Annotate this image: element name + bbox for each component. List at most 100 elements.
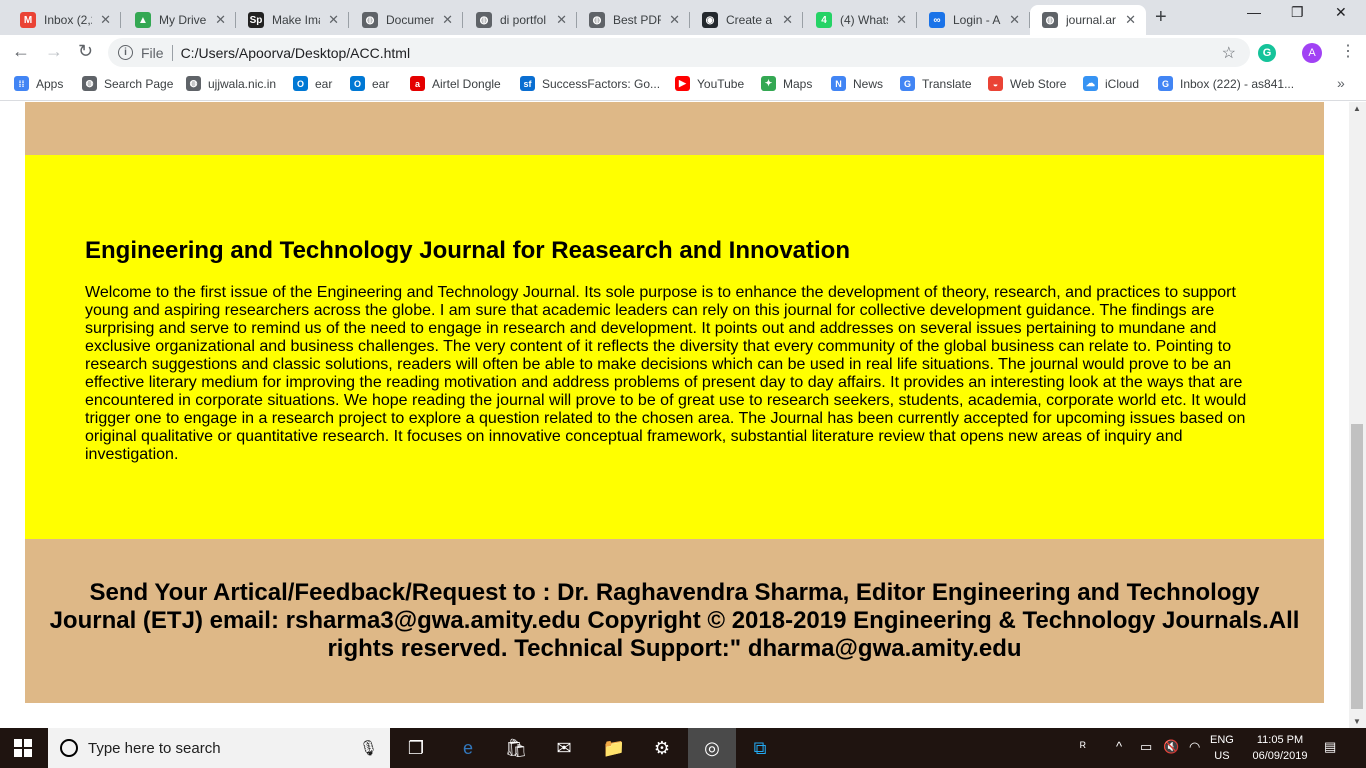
reload-button[interactable]: ↻ [78, 41, 93, 62]
scroll-down-arrow-icon[interactable]: ▼ [1353, 717, 1361, 726]
tab-close-icon[interactable]: ✕ [1009, 12, 1020, 28]
browser-tab[interactable]: ◍ Best PDF ✕ [577, 5, 690, 35]
close-window-button[interactable]: ✕ [1335, 4, 1347, 21]
taskbar-search-box[interactable]: Type here to search 🎙 [48, 728, 390, 768]
bookmark-item[interactable]: ◒ Web Store [988, 76, 1066, 91]
address-divider [171, 44, 173, 61]
globe-icon: ◍ [82, 76, 97, 91]
microphone-icon[interactable]: 🎙 [359, 739, 378, 757]
globe-icon: ◍ [362, 12, 378, 28]
tab-close-icon[interactable]: ✕ [328, 12, 339, 28]
browser-menu-icon[interactable]: ⋮ [1340, 41, 1356, 61]
browser-tab[interactable]: 4 (4) Whats ✕ [804, 5, 917, 35]
browser-tab[interactable]: M Inbox (2,2 ✕ [8, 5, 121, 35]
edge-icon[interactable]: e [444, 728, 492, 768]
browser-tab[interactable]: Sp Make Ima ✕ [236, 5, 349, 35]
volume-muted-icon[interactable]: 🔇 [1163, 739, 1179, 755]
translate-icon: G [900, 76, 915, 91]
gmail-icon: M [20, 12, 36, 28]
mail-icon[interactable]: ✉ [540, 728, 588, 768]
minimize-button[interactable]: — [1247, 4, 1261, 20]
globe-icon: ◍ [476, 12, 492, 28]
tab-close-icon[interactable]: ✕ [896, 12, 907, 28]
bookmarks-overflow-icon[interactable]: » [1337, 75, 1345, 91]
tray-chevron-icon[interactable]: ^ [1116, 739, 1122, 754]
new-tab-button[interactable]: + [1155, 6, 1167, 29]
bookmark-item[interactable]: ✦ Maps [761, 76, 812, 91]
tab-close-icon[interactable]: ✕ [442, 12, 453, 28]
journal-description: Welcome to the first issue of the Engine… [85, 284, 1247, 463]
whatsapp-icon: 4 [816, 12, 832, 28]
address-scheme: File [141, 44, 164, 61]
browser-toolbar: ← → ↻ i File C:/Users/Apoorva/Desktop/AC… [0, 35, 1366, 70]
bookmark-label: SuccessFactors: Go... [542, 76, 661, 91]
tab-title: Inbox (2,2 [44, 13, 93, 27]
tab-separator [348, 12, 349, 28]
bookmark-label: Search Page [104, 76, 174, 91]
scroll-up-arrow-icon[interactable]: ▲ [1353, 104, 1361, 113]
bookmark-item[interactable]: ◍ Search Page [82, 76, 173, 91]
bookmarks-bar: » ⁞⁞ Apps ◍ Search Page ◍ ujjwala.nic.in Oear O… [0, 70, 1366, 101]
bookmark-label: Maps [783, 76, 813, 91]
settings-icon[interactable]: ⚙ [638, 728, 686, 768]
bookmark-star-icon[interactable]: ☆ [1222, 43, 1236, 63]
tab-close-icon[interactable]: ✕ [1125, 12, 1136, 28]
language-code: ENG [1210, 734, 1234, 746]
vscode-icon[interactable]: ⧉ [736, 728, 784, 768]
bookmark-item[interactable]: G Translate [900, 76, 972, 91]
people-icon[interactable]: ᴿ [1080, 739, 1086, 754]
browser-tab[interactable]: ◉ Create a ✕ [690, 5, 803, 35]
vertical-scrollbar[interactable]: ▲ ▼ [1349, 102, 1366, 728]
wifi-icon[interactable]: ◠ [1189, 739, 1200, 755]
globe-icon: ◍ [186, 76, 201, 91]
browser-tab[interactable]: ∞ Login - A ✕ [917, 5, 1030, 35]
grammarly-icon[interactable]: G [1258, 44, 1276, 62]
notification-center-icon[interactable]: ▤ [1324, 739, 1336, 755]
bookmark-item[interactable]: Oear [350, 76, 389, 91]
file-explorer-icon[interactable]: 📁 [590, 728, 638, 768]
windows-start-icon[interactable] [14, 739, 32, 757]
bookmark-item[interactable]: ▶ YouTube [675, 76, 744, 91]
back-button[interactable]: ← [12, 41, 30, 62]
bookmark-item[interactable]: Oear [293, 76, 332, 91]
battery-icon[interactable]: ▭ [1140, 739, 1152, 755]
profile-avatar[interactable]: A [1302, 43, 1322, 63]
bookmark-item[interactable]: ◍ ujjwala.nic.in [186, 76, 276, 91]
journal-title: Engineering and Technology Journal for R… [85, 237, 850, 264]
tab-close-icon[interactable]: ✕ [669, 12, 680, 28]
tab-close-icon[interactable]: ✕ [782, 12, 793, 28]
input-language[interactable]: ENG US [1210, 732, 1234, 764]
bookmark-item[interactable]: G Inbox (222) - as841... [1158, 76, 1294, 91]
store-icon[interactable]: 🛍 [492, 728, 540, 768]
browser-tab[interactable]: ◍ journal.ar ✕ [1030, 5, 1146, 35]
tab-title: journal.ar [1066, 13, 1117, 27]
apps-grid-icon: ⁞⁞ [14, 76, 29, 91]
taskbar-clock[interactable]: 11:05 PM 06/09/2019 [1248, 732, 1312, 764]
address-url[interactable]: C:/Users/Apoorva/Desktop/ACC.html [181, 45, 411, 61]
sp-icon: Sp [248, 12, 264, 28]
site-info-icon[interactable]: i [118, 45, 133, 60]
maximize-button[interactable]: ❐ [1291, 4, 1304, 21]
bookmark-item[interactable]: ☁ iCloud [1083, 76, 1139, 91]
clock-time: 11:05 PM [1256, 734, 1304, 746]
browser-tab[interactable]: ▲ My Drive ✕ [123, 5, 236, 35]
tab-title: Create a [726, 13, 773, 27]
tab-close-icon[interactable]: ✕ [100, 12, 111, 28]
tab-close-icon[interactable]: ✕ [556, 12, 567, 28]
bookmark-item[interactable]: sf SuccessFactors: Go... [520, 76, 660, 91]
forward-button[interactable]: → [45, 41, 63, 62]
footer-contact-text: Send Your Artical/Feedback/Request to : … [49, 579, 1300, 662]
address-bar[interactable]: i File C:/Users/Apoorva/Desktop/ACC.html… [108, 38, 1250, 67]
bookmark-item[interactable]: N News [831, 76, 883, 91]
tab-title: (4) Whats [840, 13, 889, 27]
bookmark-item[interactable]: a Airtel Dongle [410, 76, 501, 91]
browser-tab[interactable]: ◍ Documen ✕ [350, 5, 463, 35]
globe-icon: ◍ [1042, 12, 1058, 28]
chrome-icon[interactable]: ◎ [688, 728, 736, 768]
tab-close-icon[interactable]: ✕ [215, 12, 226, 28]
task-view-icon[interactable]: ❐ [392, 728, 440, 768]
tab-title: My Drive [159, 13, 207, 27]
bookmark-item[interactable]: ⁞⁞ Apps [14, 76, 63, 91]
scrollbar-thumb[interactable] [1351, 424, 1363, 709]
browser-tab[interactable]: ◍ di portfol ✕ [464, 5, 577, 35]
